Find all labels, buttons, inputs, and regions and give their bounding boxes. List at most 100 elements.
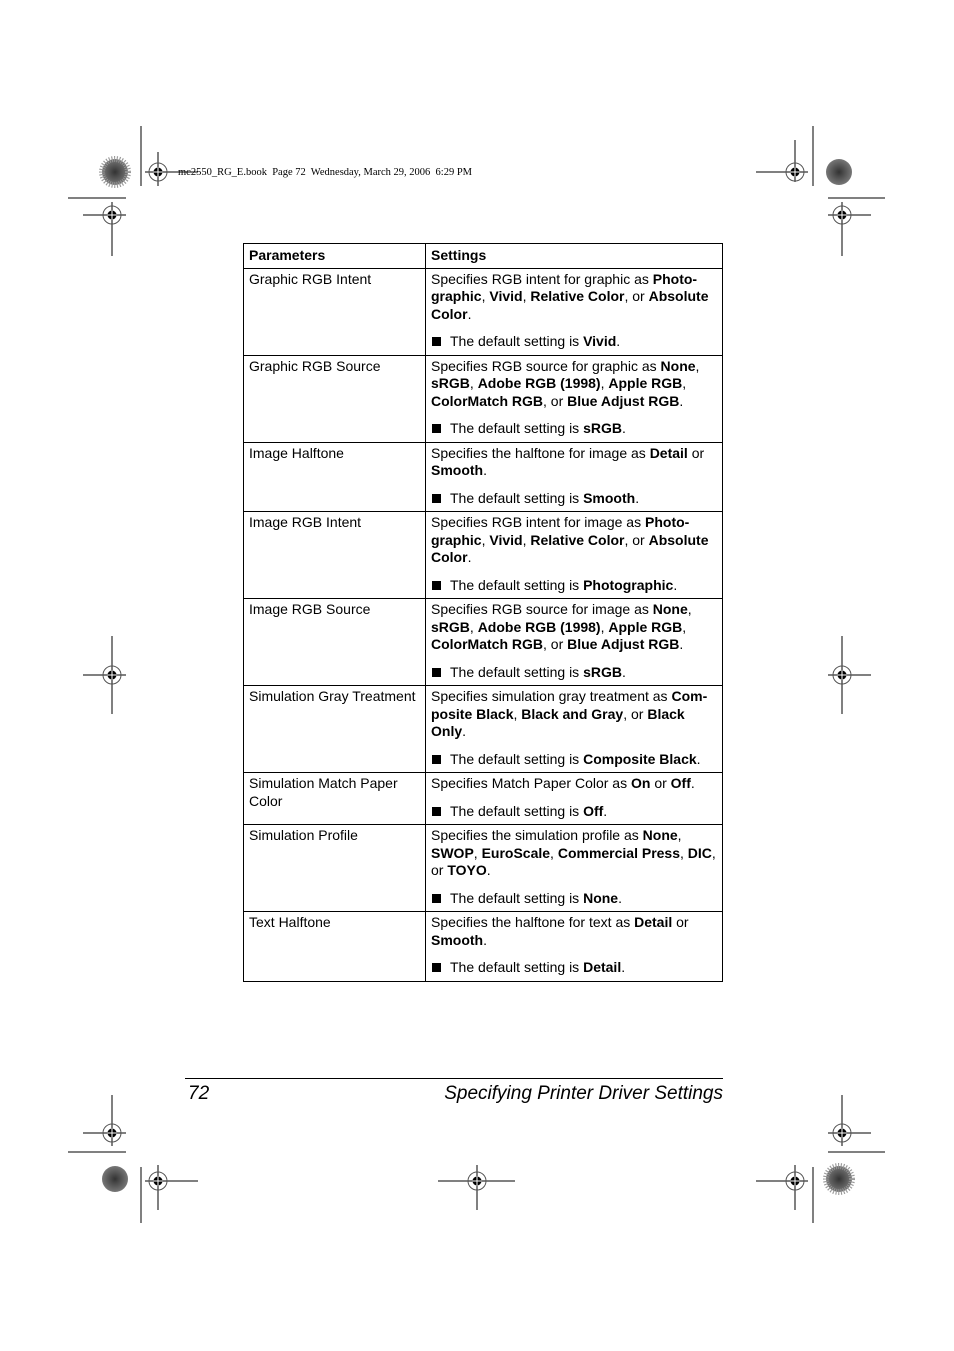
registration-mark-icon — [756, 140, 808, 182]
default-prefix: The default setting is — [450, 802, 584, 819]
period: . — [673, 576, 678, 593]
option-value: ColorMatch RGB — [431, 392, 543, 409]
option-value: Adobe RGB (1998) — [477, 375, 601, 391]
footer-divider — [185, 1078, 723, 1079]
default-prefix: The default setting is — [450, 420, 584, 436]
option-value: Smooth — [431, 931, 484, 948]
option-value: EuroScale — [481, 844, 551, 861]
option-value: Vivid — [489, 531, 523, 548]
option-value: Adobe RGB (1998) — [477, 618, 601, 635]
text-segment: , — [469, 618, 478, 635]
text-segment: , — [687, 601, 692, 617]
setting-description: Specifies simulation gray treatment as C… — [425, 685, 723, 773]
text-segment: , or — [623, 705, 648, 722]
setting-description: Specifies Match Paper Color as On or Off… — [425, 772, 723, 825]
option-value: ColorMatch RGB — [431, 636, 543, 652]
setting-description: Specifies the halftone for text as Detai… — [425, 911, 723, 982]
default-value: Detail — [583, 959, 622, 975]
square-bullet-icon — [432, 337, 441, 346]
color-target-icon — [99, 156, 131, 188]
page-number: 72 — [188, 1083, 210, 1104]
option-value: DIC — [687, 844, 712, 861]
period: . — [621, 420, 626, 436]
description-text: Specifies the halftone for image as Deta… — [431, 445, 717, 480]
text-segment: , — [695, 357, 700, 374]
text-segment: . — [679, 636, 684, 652]
color-target-icon — [823, 1163, 855, 1195]
text-segment: Specifies RGB intent for graphic as — [431, 270, 653, 287]
table-row: Simulation Match Paper Color Specifies Ma… — [243, 772, 723, 825]
option-value: Detail — [649, 444, 688, 461]
description-text: Specifies RGB intent for image as Photo-… — [431, 514, 717, 567]
option-value: None — [652, 601, 688, 617]
registration-mark-icon — [828, 202, 871, 256]
column-header-settings: Settings — [425, 243, 723, 269]
option-value: Commercial Press — [557, 844, 681, 861]
setting-description: Specifies RGB source for graphic as None… — [425, 354, 723, 443]
default-value: sRGB — [583, 663, 622, 680]
setting-description: Specifies RGB intent for graphic as Phot… — [425, 267, 723, 356]
square-bullet-icon — [432, 424, 441, 433]
option-value: Relative Color — [530, 288, 625, 304]
period: . — [621, 959, 626, 975]
square-bullet-icon — [432, 493, 441, 503]
option-value: Blue Adjust RGB — [567, 392, 680, 409]
parameter-name: Text Halftone — [243, 911, 426, 982]
setting-description: Specifies RGB source for image as None , … — [425, 598, 723, 686]
print-info-header: mc2550_RG_E.book Page 72 Wednesday, Marc… — [178, 167, 472, 178]
description-text: Specifies RGB intent for graphic as Phot… — [431, 271, 717, 324]
default-setting: The default setting is Smooth. — [431, 490, 717, 508]
option-value: Vivid — [489, 288, 523, 304]
default-value: Smooth — [583, 489, 636, 506]
text-segment: or — [687, 444, 705, 461]
option-value: sRGB — [431, 375, 470, 391]
option-value: None — [642, 827, 678, 843]
registration-mark-icon — [83, 1095, 126, 1146]
text-segment: , — [550, 844, 558, 861]
parameter-name: Simulation Match Paper Color — [243, 772, 426, 825]
option-value: TOYO — [447, 862, 487, 878]
color-target-icon — [826, 159, 852, 185]
option-value: Apple RGB — [608, 375, 683, 391]
text-segment: or — [672, 914, 689, 930]
description-text: Specifies simulation gray treatment as C… — [431, 688, 717, 741]
text-segment: . — [483, 462, 487, 478]
table-row: Graphic RGB Source Specifies RGB source f… — [243, 354, 723, 443]
option-value: Smooth — [431, 462, 484, 478]
text-segment: , — [682, 618, 687, 635]
setting-description: Specifies RGB intent for image as Photo-… — [425, 511, 723, 599]
period: . — [621, 663, 626, 680]
text-segment: , — [680, 844, 688, 861]
table-row: Image RGB Intent Specifies RGB intent for… — [243, 511, 723, 599]
description-text: Specifies RGB source for image as None , … — [431, 601, 717, 654]
table-row: Graphic RGB Intent Specifies RGB intent f… — [243, 267, 723, 356]
table-row: Simulation Gray Treatment Specifies simul… — [243, 685, 723, 773]
text-segment: Specifies the simulation profile as — [431, 827, 643, 843]
default-value: None — [583, 889, 619, 906]
default-prefix: The default setting is — [450, 663, 584, 680]
text-segment: , or — [543, 392, 568, 409]
text-segment: Specifies simulation gray treatment as — [431, 688, 672, 704]
text-segment: Specifies RGB intent for image as — [431, 514, 645, 530]
default-setting: The default setting is None. — [431, 890, 717, 908]
table-row: Text Halftone Specifies the halftone for … — [243, 911, 723, 982]
default-setting: The default setting is Off. — [431, 803, 717, 821]
text-segment: , — [682, 375, 687, 391]
default-value: sRGB — [583, 420, 622, 436]
square-bullet-icon — [432, 667, 441, 677]
text-segment: Specifies RGB source for image as — [431, 601, 653, 617]
text-segment: . — [462, 723, 467, 739]
period: . — [696, 750, 701, 767]
option-value: Off — [670, 775, 691, 791]
text-segment: . — [467, 549, 472, 565]
default-setting: The default setting is sRGB. — [431, 664, 717, 682]
parameters-table: Parameters Settings Graphic RGB Intent Sp… — [243, 243, 723, 982]
default-setting: The default setting is Vivid. — [431, 333, 717, 351]
square-bullet-icon — [432, 754, 441, 764]
default-setting: The default setting is Detail. — [431, 959, 717, 977]
parameter-name: Graphic RGB Intent — [243, 267, 426, 356]
default-prefix: The default setting is — [450, 489, 584, 506]
option-value: Apple RGB — [608, 618, 683, 635]
default-setting: The default setting is Photographic. — [431, 577, 717, 595]
default-prefix: The default setting is — [450, 959, 584, 975]
